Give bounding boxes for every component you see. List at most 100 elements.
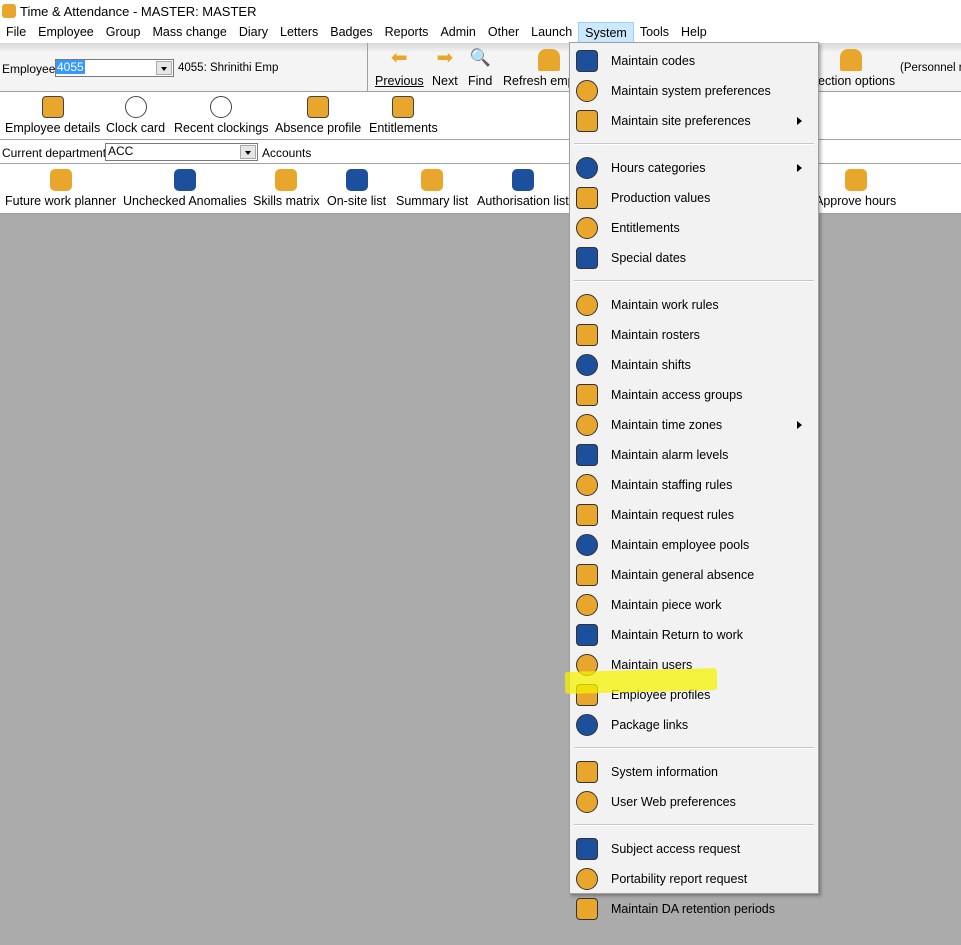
menu-separator (574, 280, 814, 282)
maintain-general-absence-icon (576, 564, 598, 586)
menu-item-maintain-general-absence[interactable]: Maintain general absence (572, 560, 816, 590)
menu-separator (574, 143, 814, 145)
menu-item-maintain-return-to-work[interactable]: Maintain Return to work (572, 620, 816, 650)
employee-name: 4055: Shrinithi Emp (178, 62, 279, 74)
menu-item-maintain-staffing-rules[interactable]: Maintain staffing rules (572, 470, 816, 500)
menu-item-special-dates[interactable]: Special dates (572, 243, 816, 273)
portability-report-request-icon (576, 868, 598, 890)
menu-item-maintain-piece-work[interactable]: Maintain piece work (572, 590, 816, 620)
maintain-site-preferences-icon (576, 110, 598, 132)
menu-item-portability-report-request[interactable]: Portability report request (572, 864, 816, 894)
menu-item-label: Production values (611, 191, 711, 205)
menu-group[interactable]: Group (100, 22, 147, 43)
menu-item-maintain-access-groups[interactable]: Maintain access groups (572, 380, 816, 410)
menu-item-label: Package links (611, 718, 689, 732)
menu-employee[interactable]: Employee (32, 22, 100, 43)
toolbar-future-work-planner-button[interactable]: Future work planner (5, 169, 116, 208)
system-menu: Maintain codes Maintain system preference… (569, 42, 819, 920)
menu-system[interactable]: System (578, 22, 634, 43)
employee-combo[interactable]: 4055 (55, 59, 174, 77)
menu-item-maintain-request-rules[interactable]: Maintain request rules (572, 500, 816, 530)
maintain-rosters-icon (576, 324, 598, 346)
department-name: Accounts (262, 146, 312, 160)
menu-item-label: Maintain work rules (611, 298, 719, 312)
selection-options-button[interactable]: ection options (818, 49, 895, 88)
menu-item-entitlements[interactable]: Entitlements (572, 213, 816, 243)
menu-item-maintain-codes[interactable]: Maintain codes (572, 46, 816, 76)
arrow-right-icon: ➡ (436, 47, 454, 69)
menu-item-maintain-site-preferences[interactable]: Maintain site preferences (572, 106, 816, 136)
maintain-time-zones-icon (576, 414, 598, 436)
menu-diary[interactable]: Diary (233, 22, 274, 43)
previous-button[interactable]: ⬅ Previous (375, 48, 424, 88)
menu-admin[interactable]: Admin (434, 22, 481, 43)
find-button[interactable]: 🔍 Find (468, 48, 492, 89)
highlight-marker (564, 668, 718, 694)
menu-item-maintain-da-retention-periods[interactable]: Maintain DA retention periods (572, 894, 816, 924)
menu-item-label: Maintain rosters (611, 328, 700, 342)
hours-categories-icon (576, 157, 598, 179)
submenu-arrow-icon (797, 117, 806, 125)
toolbar-unchecked-anomalies-button[interactable]: Unchecked Anomalies (123, 169, 247, 208)
entitlements-icon (392, 96, 415, 118)
maintain-request-rules-icon (576, 504, 598, 526)
toolbar-clock-card-button[interactable]: Clock card (106, 96, 165, 135)
maintain-employee-pools-icon (576, 534, 598, 556)
toolbar-entitlements-button[interactable]: Entitlements (369, 96, 438, 135)
menu-item-label: Subject access request (611, 842, 741, 856)
menu-item-user-web-preferences[interactable]: User Web preferences (572, 787, 816, 817)
menu-item-subject-access-request[interactable]: Subject access request (572, 834, 816, 864)
subject-access-request-icon (576, 838, 598, 860)
department-combo[interactable]: ACC (105, 143, 258, 161)
menu-item-production-values[interactable]: Production values (572, 183, 816, 213)
menu-item-maintain-work-rules[interactable]: Maintain work rules (572, 290, 816, 320)
menu-item-label: Maintain employee pools (611, 538, 750, 552)
menu-item-maintain-time-zones[interactable]: Maintain time zones (572, 410, 816, 440)
menu-item-maintain-employee-pools[interactable]: Maintain employee pools (572, 530, 816, 560)
menu-item-package-links[interactable]: Package links (572, 710, 816, 740)
authorisation-list-icon (511, 169, 534, 191)
chevron-down-icon[interactable] (240, 145, 256, 159)
menu-item-hours-categories[interactable]: Hours categories (572, 153, 816, 183)
menu-letters[interactable]: Letters (274, 22, 324, 43)
maintain-access-groups-icon (576, 384, 598, 406)
toolbar-authorisation-list-button[interactable]: Authorisation list (477, 169, 569, 208)
refresh-person-icon (538, 49, 560, 71)
menu-item-system-information[interactable]: System information (572, 757, 816, 787)
package-links-icon (576, 714, 598, 736)
menu-help[interactable]: Help (675, 22, 713, 43)
on-site-list-icon (345, 169, 368, 191)
toolbar-approve-hours-button[interactable]: Approve hours (815, 169, 896, 208)
menu-item-maintain-alarm-levels[interactable]: Maintain alarm levels (572, 440, 816, 470)
toolbar-recent-clockings-button[interactable]: Recent clockings (174, 96, 269, 135)
employee-label: Employee: (2, 62, 59, 76)
menu-item-maintain-system-preferences[interactable]: Maintain system preferences (572, 76, 816, 106)
menu-separator (574, 747, 814, 749)
skills-matrix-icon (275, 169, 298, 191)
toolbar-absence-profile-button[interactable]: Absence profile (275, 96, 361, 135)
magnifier-icon: 🔍 (469, 48, 491, 67)
toolbar-on-site-list-button[interactable]: On-site list (327, 169, 386, 208)
personnel-label: (Personnel re (900, 62, 961, 74)
next-button[interactable]: ➡ Next (432, 47, 458, 88)
toolbar-summary-list-button[interactable]: Summary list (396, 169, 468, 208)
menu-launch[interactable]: Launch (525, 22, 578, 43)
menu-mass-change[interactable]: Mass change (147, 22, 233, 43)
menu-badges[interactable]: Badges (324, 22, 378, 43)
maintain-da-retention-periods-icon (576, 898, 598, 920)
submenu-arrow-icon (797, 421, 806, 429)
title-bar: Time & Attendance - MASTER: MASTER (0, 0, 961, 22)
menu-item-maintain-shifts[interactable]: Maintain shifts (572, 350, 816, 380)
refresh-employee-button[interactable]: Refresh emp (503, 49, 575, 88)
chevron-down-icon[interactable] (156, 61, 172, 75)
system-information-icon (576, 761, 598, 783)
menu-file[interactable]: File (0, 22, 32, 43)
menu-other[interactable]: Other (482, 22, 525, 43)
toolbar-skills-matrix-button[interactable]: Skills matrix (253, 169, 320, 208)
menu-reports[interactable]: Reports (379, 22, 435, 43)
toolbar-employee-details-button[interactable]: Employee details (5, 96, 100, 135)
menu-item-label: Special dates (611, 251, 687, 265)
menu-item-label: Maintain piece work (611, 598, 722, 612)
menu-tools[interactable]: Tools (634, 22, 675, 43)
menu-item-maintain-rosters[interactable]: Maintain rosters (572, 320, 816, 350)
